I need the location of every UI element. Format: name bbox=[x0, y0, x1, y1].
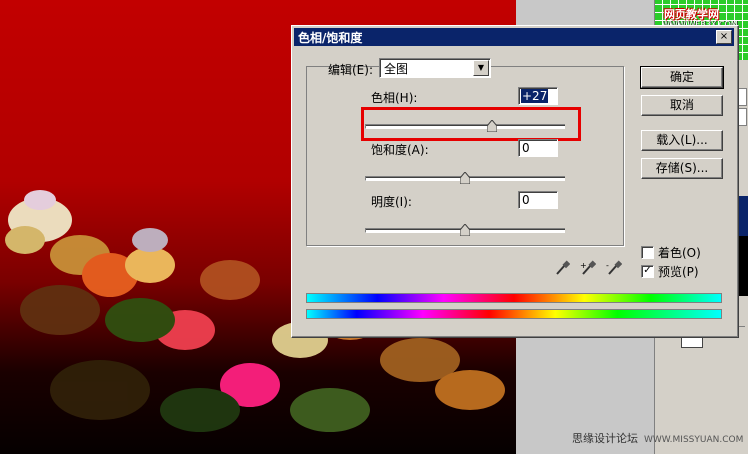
dialog-title: 色相/饱和度 bbox=[298, 31, 363, 45]
lightness-label: 明度(I): bbox=[371, 195, 412, 209]
cancel-button[interactable]: 取消 bbox=[641, 95, 723, 116]
eyedropper-plus-icon[interactable]: + bbox=[580, 260, 597, 276]
svg-text:-: - bbox=[606, 261, 609, 270]
lightness-value: 0 bbox=[522, 193, 530, 207]
saturation-label: 饱和度(A): bbox=[371, 143, 429, 157]
hue-value: +27 bbox=[521, 89, 549, 103]
svg-text:+: + bbox=[580, 261, 587, 270]
preview-checkbox[interactable]: ✓ bbox=[641, 265, 654, 278]
colorize-checkbox[interactable] bbox=[641, 246, 654, 259]
save-button[interactable]: 存储(S)... bbox=[641, 158, 723, 179]
saturation-input[interactable]: 0 bbox=[518, 139, 558, 157]
chevron-down-icon[interactable]: ▼ bbox=[473, 60, 489, 76]
saturation-slider-thumb[interactable] bbox=[459, 172, 470, 184]
hue-input[interactable]: +27 bbox=[518, 87, 558, 105]
edit-select-value: 全图 bbox=[384, 62, 409, 76]
edit-label: 编辑(E): bbox=[328, 63, 373, 77]
saturation-value: 0 bbox=[522, 141, 530, 155]
colorize-label: 着色(O) bbox=[658, 246, 701, 260]
hue-label: 色相(H): bbox=[371, 91, 418, 105]
watermark-bottom-url: WWW.MISSYUAN.COM bbox=[644, 435, 744, 445]
output-color-bar bbox=[306, 309, 722, 319]
hue-saturation-dialog: 色相/饱和度 × 编辑(E): 全图 ▼ 色相(H): +27 饱和度(A): … bbox=[291, 25, 739, 338]
eyedropper-icon[interactable] bbox=[554, 260, 571, 276]
watermark-bottom: 思缘设计论坛 WWW.MISSYUAN.COM bbox=[572, 430, 743, 446]
adjustment-group bbox=[306, 66, 624, 246]
dialog-titlebar[interactable]: 色相/饱和度 × bbox=[294, 28, 734, 46]
ok-button[interactable]: 确定 bbox=[640, 66, 724, 89]
lightness-slider-thumb[interactable] bbox=[459, 224, 470, 236]
eyedropper-minus-icon[interactable]: - bbox=[606, 260, 623, 276]
lightness-input[interactable]: 0 bbox=[518, 191, 558, 209]
watermark-bottom-text: 思缘设计论坛 bbox=[572, 432, 638, 445]
close-icon[interactable]: × bbox=[716, 30, 732, 44]
edit-select[interactable]: 全图 ▼ bbox=[379, 58, 491, 78]
hue-highlight-box bbox=[361, 107, 581, 141]
load-button[interactable]: 载入(L)... bbox=[641, 130, 723, 151]
preview-label: 预览(P) bbox=[658, 265, 699, 279]
input-color-bar bbox=[306, 293, 722, 303]
